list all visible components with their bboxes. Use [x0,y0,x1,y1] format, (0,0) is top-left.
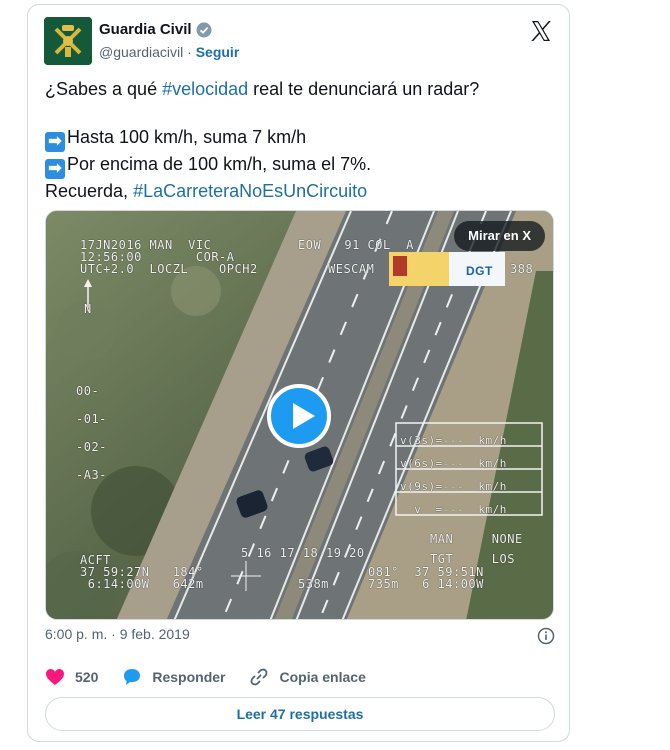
link-icon [251,668,268,686]
tweet-timestamp[interactable]: 6:00 p. m. · 9 feb. 2019 [45,626,190,642]
handle-separator: · [187,44,192,60]
osd-man-none: MAN NONE TGT LOS [430,532,523,566]
avatar[interactable] [44,17,92,65]
tweet-line-2: ➡ Hasta 100 km/h, suma 7 km/h [45,125,555,152]
follow-button[interactable]: Seguir [196,44,240,60]
copy-link-button[interactable]: Copia enlace [249,667,366,687]
x-logo-icon[interactable] [529,19,553,43]
tweet-line-2-text: Hasta 100 km/h, suma 7 km/h [67,127,307,147]
like-count: 520 [75,669,99,685]
video-player[interactable]: 17JN2016 MAN VIC 12:56:00 COR-A UTC+2.0 … [45,210,554,620]
osd-wescam: WESCAM [328,262,375,276]
hashtag-lacarreteranoesuncircuito[interactable]: #LaCarreteraNoEsUnCircuito [133,181,367,201]
guardia-civil-emblem-icon [44,17,92,65]
copy-link-label: Copia enlace [279,669,366,685]
osd-bottom-left: ACFT 37 59:27N 184° 6:14:00W 642m [80,553,204,591]
play-icon[interactable] [267,384,331,448]
osd-ticks: 5 16 17 18 19 20 [241,546,365,560]
author-name[interactable]: Guardia Civil [99,21,192,38]
reply-button[interactable]: Responder [122,667,225,687]
tweet-line-1: ¿Sabes a qué #velocidad real te denuncia… [45,77,555,101]
author-handle[interactable]: @guardiacivil [99,44,183,60]
osd-scale: 00- -01- -02- -A3- [76,384,107,482]
read-replies-button[interactable]: Leer 47 respuestas [45,697,555,731]
osd-bottom-right: 081° 37 59:51N 735m 6 14:00W [368,565,484,591]
tweet-card[interactable]: Guardia Civil @guardiacivil · Seguir ¿Sa… [27,4,570,742]
watch-on-x-button[interactable]: Mirar en X [454,221,545,251]
tweet-line-3: ➡ Por encima de 100 km/h, suma el 7%. [45,152,555,179]
tweet-text: ¿Sabes a qué #velocidad real te denuncia… [45,77,555,203]
like-button[interactable]: 520 [45,668,98,686]
osd-388: 388 [510,262,534,276]
tweet-line-1-text: ¿Sabes a qué [45,79,163,99]
tweet-line-4-text: Recuerda, [45,181,134,201]
tweet-actions: 520 Responder Copia enlace [45,665,555,689]
tweet-line-4: Recuerda, #LaCarreteraNoEsUnCircuito [45,179,555,203]
osd-top-left: 17JN2016 MAN VIC 12:56:00 COR-A UTC+2.0 … [80,238,258,276]
author-name-row: Guardia Civil [99,21,212,38]
osd-bottom-mid: 538m [298,577,329,591]
right-arrow-emoji-icon: ➡ [45,159,65,179]
heart-icon [46,669,64,685]
tweet-line-1-suffix: real te denunciará un radar? [248,79,480,99]
dgt-logo: DGT [466,264,493,278]
osd-speed-box: v(3s)=--- km/h v(6s)=--- km/h v(9s)=--- … [400,434,507,516]
hashtag-velocidad[interactable]: #velocidad [162,79,248,99]
tweet-header: Guardia Civil @guardiacivil · Seguir [44,17,553,67]
info-icon[interactable] [537,627,555,645]
tweet-meta: 6:00 p. m. · 9 feb. 2019 [45,626,555,648]
verified-badge-icon [196,22,212,37]
speech-bubble-icon [124,669,141,685]
tweet-line-3-text: Por encima de 100 km/h, suma el 7%. [67,154,372,174]
author-handle-row: @guardiacivil · Seguir [99,44,239,60]
reply-label: Responder [152,669,226,685]
osd-top-mid: EOW 91 COL A [298,238,414,252]
osd-north: N [84,302,92,316]
right-arrow-emoji-icon: ➡ [45,132,65,152]
